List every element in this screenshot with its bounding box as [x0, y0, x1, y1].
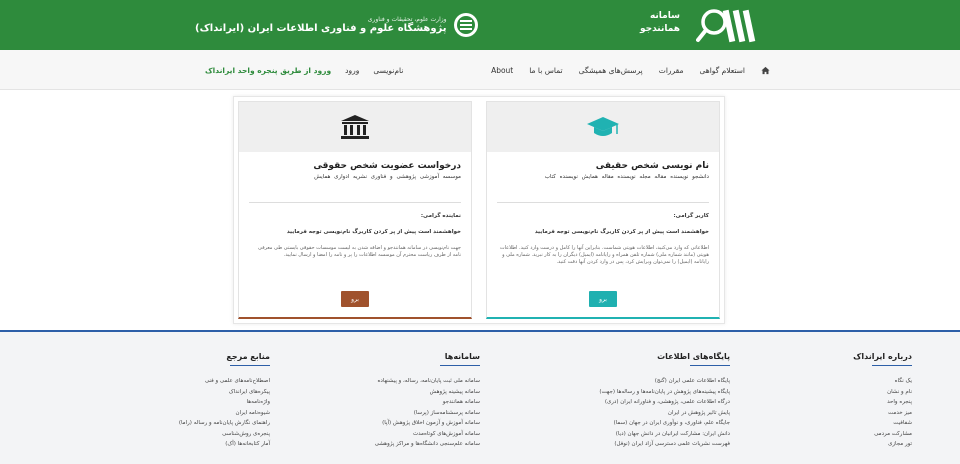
site-header: سامانه همانندجو وزارت علوم، تحقیقات و فن…	[0, 0, 960, 50]
footer-link[interactable]: راهنمای نگارش پایان‌نامه و رساله (راما)	[160, 418, 270, 429]
card-header	[487, 102, 719, 152]
footer-column-title: پایگاه‌های اطلاعات	[657, 352, 730, 361]
footer-link[interactable]: سامانه آموزش‌های کوتاه‌مدت	[320, 429, 480, 440]
divider	[872, 365, 912, 366]
footer-link[interactable]: پایش تاثیر پژوهش در ایران	[560, 408, 730, 419]
footer-link[interactable]: شیوه‌نامه ایران	[160, 408, 270, 419]
card-title: درخواست عضویت شخص حقوقی	[313, 161, 461, 171]
footer-link[interactable]: سامانه علم‌سنجی دانشگاه‌ها و مراکز پژوهش…	[320, 439, 480, 450]
footer-link[interactable]: واژه‌نامه‌ها	[160, 397, 270, 408]
footer-link[interactable]: دانش ایران: مشارکت ایرانیان در دانش جهان…	[560, 429, 730, 440]
card-greeting: کاربر گرامی:	[673, 213, 709, 219]
footer-link[interactable]: پیکره‌های ایرانداک	[160, 387, 270, 398]
institution-building-icon	[341, 115, 369, 139]
footer-link[interactable]: مشارکت مردمی	[802, 429, 912, 440]
card-tags: موسسه آموزشی پژوهشی و فناوری نشریه ادوار…	[314, 174, 461, 180]
registration-cards: نام نویسی شخص حقیقی دانشجو نویسنده مقاله…	[233, 96, 725, 324]
footer-link[interactable]: پنجره واحد	[802, 397, 912, 408]
nav-about[interactable]: About	[491, 66, 513, 75]
divider	[440, 365, 480, 366]
footer-link[interactable]: یک نگاه	[802, 376, 912, 387]
footer-link[interactable]: پایگاه اطلاعات علمی ایران (گنج)	[560, 376, 730, 387]
nav-contact[interactable]: تماس با ما	[529, 66, 562, 75]
card-greeting: نماینده گرامی:	[420, 213, 461, 219]
card-title: نام نویسی شخص حقیقی	[595, 161, 709, 171]
card-header	[239, 102, 471, 152]
divider	[230, 365, 270, 366]
institute-logo[interactable]: وزارت علوم، تحقیقات و فناوری پژوهشگاه عل…	[195, 7, 479, 43]
legal-person-go-button[interactable]: برو	[341, 291, 369, 307]
footer-column-title: سامانه‌ها	[444, 352, 480, 361]
card-description: اطلاعاتی که وارد می‌کنید، اطلاعات هویتی …	[499, 245, 709, 265]
magnifier-books-logo-icon[interactable]	[696, 6, 760, 46]
footer-references-column: منابع مرجع اصطلاح‌نامه‌های علمی و فنی پی…	[160, 352, 270, 450]
footer-link[interactable]: فهرست نشریات علمی دسترسی آزاد ایران (نوف…	[560, 439, 730, 450]
real-person-card: نام نویسی شخص حقیقی دانشجو نویسنده مقاله…	[486, 101, 720, 319]
footer-databases-column: پایگاه‌های اطلاعات پایگاه اطلاعات علمی ا…	[560, 352, 730, 450]
footer-link[interactable]: تور مجازی	[802, 439, 912, 450]
footer-column-title: درباره ایرانداک	[853, 352, 912, 361]
legal-person-card: درخواست عضویت شخص حقوقی موسسه آموزشی پژو…	[238, 101, 472, 319]
footer-link[interactable]: پایگاه پیشینه‌های پژوهش در پایان‌نامه‌ها…	[560, 387, 730, 398]
irandoc-emblem-icon	[453, 13, 478, 37]
footer-link[interactable]: آمار کتابخانه‌ها (آک)	[160, 439, 270, 450]
card-tags: دانشجو نویسنده مقاله مجله نویسنده مقاله …	[544, 174, 709, 180]
home-icon[interactable]	[761, 66, 770, 75]
footer-link[interactable]: نام و نشان	[802, 387, 912, 398]
institute-ministry: وزارت علوم، تحقیقات و فناوری	[367, 16, 447, 23]
footer-systems-column: سامانه‌ها سامانه ملی ثبت پایان‌نامه، رسا…	[320, 352, 480, 450]
footer-link[interactable]: میز خدمت	[802, 408, 912, 419]
nav-faq[interactable]: پرسش‌های همیشگی	[579, 66, 643, 75]
real-person-go-button[interactable]: برو	[589, 291, 617, 307]
login-link[interactable]: ورود	[345, 66, 359, 75]
footer-link[interactable]: پنجره‌ی روش‌شناسی	[160, 429, 270, 440]
brand-name[interactable]: سامانه همانندجو	[640, 10, 680, 36]
footer-about-column: درباره ایرانداک یک نگاه نام و نشان پنجره…	[802, 352, 912, 450]
footer-link[interactable]: جایگاه علم، فناوری، و نوآوری ایران در جه…	[560, 418, 730, 429]
footer-link[interactable]: سامانه همانندجو	[320, 397, 480, 408]
register-link[interactable]: نام‌نویسی	[373, 66, 403, 75]
card-note: خواهشمند است پیش از پر کردن کاربرگ نام‌ن…	[286, 229, 461, 235]
nav-regulations[interactable]: مقررات	[659, 66, 684, 75]
auth-links: نام‌نویسی ورود ورود از طریق پنجره واحد ا…	[205, 50, 403, 90]
nav-menu: استعلام گواهی مقررات پرسش‌های همیشگی تما…	[491, 50, 770, 90]
institute-name: پژوهشگاه علوم و فناوری اطلاعات ایران (ای…	[195, 23, 447, 34]
footer-link[interactable]: درگاه اطلاعات علمی، پژوهشی، و فناورانه ا…	[560, 397, 730, 408]
irandoc-single-window-login[interactable]: ورود از طریق پنجره واحد ایرانداک	[205, 66, 331, 75]
footer-column-title: منابع مرجع	[226, 352, 270, 361]
brand-line-1: سامانه	[649, 11, 680, 21]
footer-link[interactable]: سامانه آموزش و آزمون اخلاق پژوهش (آپا)	[320, 418, 480, 429]
nav-certificate-inquiry[interactable]: استعلام گواهی	[700, 66, 746, 75]
card-description: جهت نام‌نویسی در سامانه همانندجو و اضافه…	[258, 245, 461, 258]
footer-link[interactable]: سامانه پیشینه پژوهش	[320, 387, 480, 398]
divider	[690, 365, 730, 366]
site-footer: درباره ایرانداک یک نگاه نام و نشان پنجره…	[0, 332, 960, 464]
graduation-cap-icon	[587, 117, 619, 136]
footer-link[interactable]: شفافیت	[802, 418, 912, 429]
footer-link[interactable]: سامانه پرسشنامه‌ساز (پرسا)	[320, 408, 480, 419]
main-navbar: استعلام گواهی مقررات پرسش‌های همیشگی تما…	[0, 50, 960, 90]
brand-line-2: همانندجو	[639, 24, 680, 34]
footer-link[interactable]: سامانه ملی ثبت پایان‌نامه، رساله، و پیشن…	[320, 376, 480, 387]
footer-link[interactable]: اصطلاح‌نامه‌های علمی و فنی	[160, 376, 270, 387]
card-note: خواهشمند است پیش از پر کردن کاربرگ نام‌ن…	[534, 229, 709, 235]
